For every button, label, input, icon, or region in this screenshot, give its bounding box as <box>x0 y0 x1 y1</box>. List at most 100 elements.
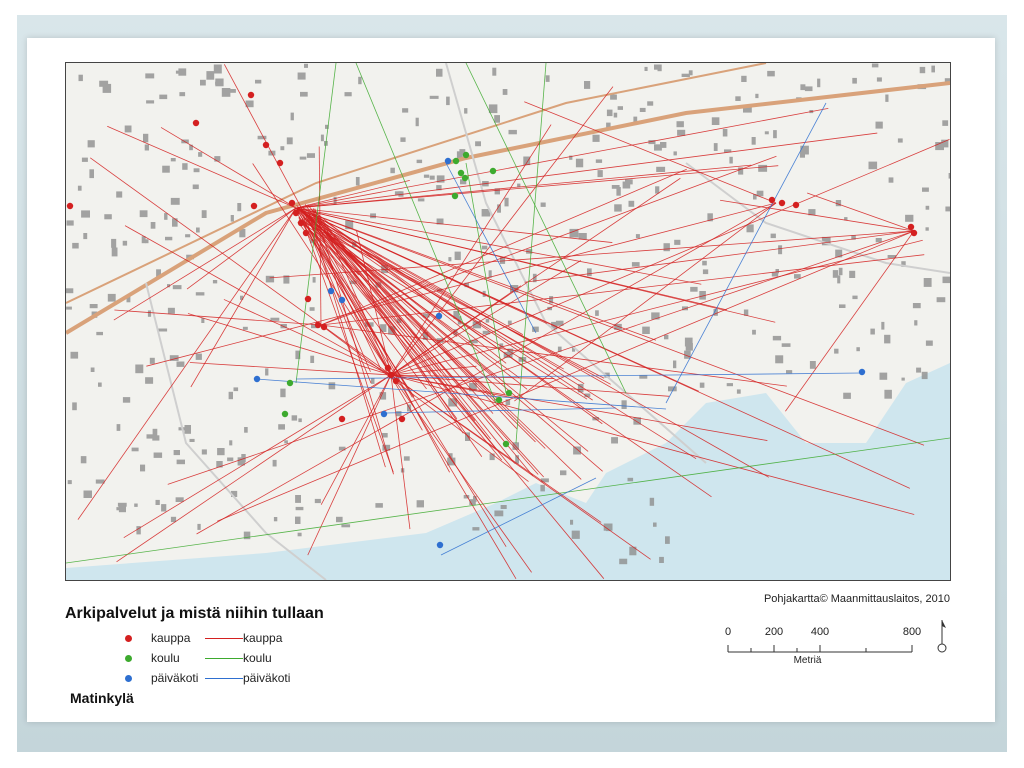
building <box>415 117 419 127</box>
building <box>919 66 926 74</box>
paivakoti-point <box>380 410 388 418</box>
kauppa-point <box>262 141 270 149</box>
building <box>300 91 308 97</box>
building <box>619 558 628 565</box>
building <box>72 402 77 411</box>
building <box>429 175 435 180</box>
kauppa-point <box>297 219 305 227</box>
building <box>597 170 603 178</box>
building <box>158 328 168 332</box>
scale-tick-800: 800 <box>902 626 922 638</box>
building <box>786 370 793 374</box>
legend-point-label-kauppa: kauppa <box>151 631 191 645</box>
building <box>770 233 776 239</box>
building <box>800 145 809 155</box>
building <box>635 234 640 238</box>
building <box>905 214 914 222</box>
building <box>610 94 617 100</box>
building <box>948 173 950 179</box>
building <box>150 222 156 229</box>
building <box>212 280 218 284</box>
building <box>145 73 155 79</box>
building <box>320 134 324 142</box>
building <box>573 446 581 455</box>
building <box>545 75 550 82</box>
building <box>165 236 173 241</box>
building <box>72 242 79 249</box>
kauppa-point <box>288 199 296 207</box>
building <box>178 68 187 76</box>
koulu-point <box>495 396 503 404</box>
building <box>654 144 662 151</box>
building <box>595 159 603 163</box>
map-area[interactable] <box>65 62 951 581</box>
building <box>663 243 670 252</box>
building <box>436 68 443 77</box>
building <box>280 146 285 151</box>
legend-line-kauppa <box>205 638 243 639</box>
building <box>936 297 946 303</box>
building <box>800 84 806 91</box>
building <box>665 536 670 544</box>
kauppa-point <box>304 295 312 303</box>
paivakoti-point <box>435 312 443 320</box>
north-arrow-icon <box>937 620 947 653</box>
building <box>781 343 791 347</box>
building <box>278 424 285 430</box>
legend-line-label-koulu: koulu <box>243 651 272 665</box>
legend-line-label-paivakoti: päiväkoti <box>243 671 291 685</box>
building <box>143 133 149 143</box>
building <box>116 191 123 198</box>
building <box>870 328 875 335</box>
building <box>89 304 98 309</box>
building <box>87 140 95 148</box>
scale-tick-0: 0 <box>724 626 732 638</box>
building <box>270 317 280 321</box>
building <box>200 79 206 86</box>
building <box>328 382 336 390</box>
building <box>375 503 383 508</box>
building <box>152 435 160 441</box>
building <box>681 73 690 77</box>
kauppa-point <box>247 91 255 99</box>
koulu-point <box>462 151 470 159</box>
building <box>942 276 950 284</box>
building <box>464 108 468 114</box>
building <box>617 106 623 110</box>
scale-tick-400: 400 <box>810 626 830 638</box>
building <box>67 480 72 485</box>
building <box>81 157 88 162</box>
building <box>77 185 82 191</box>
building <box>290 112 294 121</box>
building <box>656 166 666 172</box>
building <box>295 516 301 524</box>
building <box>193 168 200 173</box>
building <box>871 63 879 68</box>
building <box>560 470 567 476</box>
building <box>380 324 387 332</box>
building <box>752 329 756 335</box>
building <box>299 156 307 160</box>
building <box>70 351 79 359</box>
building <box>642 326 650 334</box>
building <box>736 389 741 394</box>
building <box>611 437 618 444</box>
building <box>403 456 410 461</box>
building <box>673 151 677 156</box>
kauppa-point <box>320 323 328 331</box>
building <box>257 135 267 140</box>
kauppa-point <box>910 229 918 237</box>
legend-point-koulu <box>125 655 132 662</box>
building <box>925 205 930 210</box>
building <box>416 159 423 164</box>
building <box>767 70 775 77</box>
building <box>229 440 233 446</box>
building <box>192 184 199 190</box>
building <box>217 448 225 456</box>
legend-point-label-koulu: koulu <box>151 651 180 665</box>
building <box>488 104 498 114</box>
building <box>611 185 620 189</box>
building <box>592 134 600 142</box>
building <box>90 367 95 372</box>
building <box>140 464 146 472</box>
